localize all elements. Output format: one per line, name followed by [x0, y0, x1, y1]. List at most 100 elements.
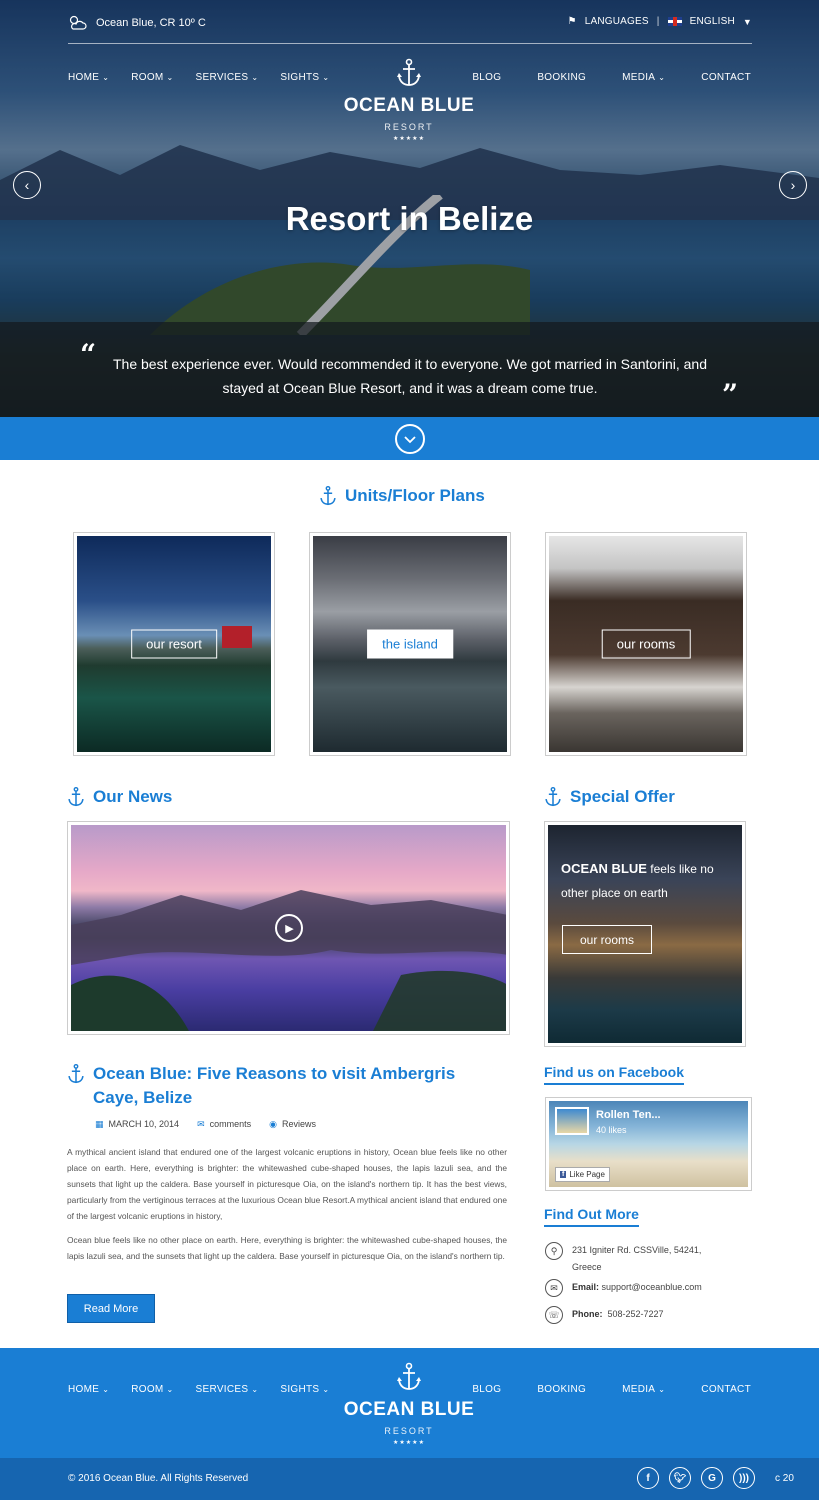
google-plus-icon[interactable]: G	[701, 1467, 723, 1489]
post-title[interactable]: Ocean Blue: Five Reasons to visit Amberg…	[67, 1062, 487, 1110]
facebook-like-button[interactable]: f Like Page	[555, 1167, 610, 1182]
our-rooms-button[interactable]: our rooms	[601, 629, 691, 659]
special-offer-heading: Special Offer	[544, 786, 675, 808]
scroll-down-button[interactable]	[395, 424, 425, 454]
footer-logo-name: OCEAN BLUE	[343, 1399, 475, 1420]
special-offer-brand: OCEAN BLUE	[561, 861, 647, 876]
nav-label: MEDIA	[622, 1384, 656, 1395]
anchor-icon	[68, 1063, 84, 1084]
phone-icon: ☏	[545, 1306, 563, 1324]
play-button[interactable]: ▶	[274, 914, 303, 942]
footer-logo-stars: ★★★★★	[393, 1440, 425, 1446]
facebook-likes: 40 likes	[596, 1125, 627, 1135]
email-label: Email:	[572, 1282, 600, 1292]
nav-label: CONTACT	[701, 1384, 751, 1395]
facebook-page-name[interactable]: Rollen Ten...	[596, 1109, 661, 1121]
anchor-icon	[397, 58, 421, 86]
nav-label: SERVICES	[195, 1384, 249, 1395]
languages-link[interactable]: LANGUAGES	[585, 16, 649, 27]
chevron-down-icon: ⌄	[166, 1385, 174, 1394]
email-link[interactable]: support@oceanblue.com	[602, 1282, 702, 1292]
nav-home[interactable]: HOME ⌄	[68, 72, 109, 83]
footer-nav-media[interactable]: MEDIA ⌄	[622, 1384, 665, 1395]
news-video[interactable]: ▶	[67, 821, 510, 1035]
find-out-more-heading: Find Out More	[544, 1206, 639, 1227]
like-label: Like Page	[569, 1170, 605, 1179]
rss-icon[interactable]: )))	[733, 1467, 755, 1489]
nav-label: HOME	[68, 72, 100, 83]
post-title-text: Ocean Blue: Five Reasons to visit Amberg…	[93, 1064, 456, 1107]
post-reviews-text: Reviews	[281, 1119, 316, 1129]
post-date-text: MARCH 10, 2014	[108, 1119, 180, 1129]
footer-nav-services[interactable]: SERVICES ⌄	[196, 1384, 259, 1395]
red-house	[222, 626, 252, 648]
nav-label: HOME	[68, 1384, 100, 1395]
contact-phone: ☏ Phone: 508-252-7227	[545, 1306, 664, 1324]
island-image: the island	[313, 536, 507, 752]
read-more-button[interactable]: Read More	[67, 1294, 155, 1323]
location-pin-icon: ⚲	[545, 1242, 563, 1260]
footer-nav-booking[interactable]: BOOKING	[537, 1384, 586, 1395]
chevron-down-icon: ⌄	[251, 73, 259, 82]
unit-card-island[interactable]: the island	[309, 532, 511, 756]
special-offer-card: OCEAN BLUE feels like no other place on …	[544, 821, 746, 1047]
current-language[interactable]: ENGLISH	[690, 16, 735, 27]
footer-logo[interactable]: OCEAN BLUE RESORT ★★★★★	[309, 1362, 509, 1446]
facebook-icon: f	[560, 1171, 567, 1178]
facebook-page-thumbnail	[555, 1107, 589, 1135]
footer-nav-home[interactable]: HOME ⌄	[68, 1384, 109, 1395]
facebook-heading: Find us on Facebook	[544, 1064, 685, 1085]
logo-sub: RESORT	[384, 122, 434, 132]
phone-label: Phone:	[572, 1309, 603, 1319]
quote-close-icon: ”	[722, 378, 739, 411]
facebook-widget[interactable]: Rollen Ten... 40 likes f Like Page	[545, 1097, 752, 1191]
language-switcher: ⚑ LANGUAGES | ENGLISH ▼	[568, 16, 752, 27]
nav-booking[interactable]: BOOKING	[537, 72, 586, 83]
the-island-button[interactable]: the island	[367, 629, 453, 659]
calendar-icon: ▦	[95, 1119, 104, 1129]
nav-contact[interactable]: CONTACT	[701, 72, 751, 83]
hero-title: Resort in Belize	[285, 200, 534, 237]
news-heading: Our News	[67, 786, 172, 808]
special-offer-heading-text: Special Offer	[570, 787, 675, 806]
chevron-down-icon: ⌄	[251, 1385, 259, 1394]
footer-nav-contact[interactable]: CONTACT	[701, 1384, 751, 1395]
post-paragraph-1: A mythical ancient island that endured o…	[67, 1147, 507, 1221]
counter-badge: c 20	[775, 1473, 794, 1484]
quote-open-icon: “	[80, 338, 97, 371]
nav-label: CONTACT	[701, 72, 751, 83]
slider-next-button[interactable]: ›	[779, 171, 807, 199]
offer-our-rooms-button[interactable]: our rooms	[562, 925, 652, 954]
copyright-bar: © 2016 Ocean Blue. All Rights Reserved f…	[0, 1458, 819, 1500]
caret-down-icon[interactable]: ▼	[743, 17, 752, 27]
lake-mountains	[71, 890, 506, 1031]
post-paragraph-2: Ocean blue feels like no other place on …	[67, 1235, 507, 1261]
unit-card-resort[interactable]: our resort	[73, 532, 275, 756]
top-bar: Ocean Blue, CR 10º C ⚑ LANGUAGES | ENGLI…	[68, 8, 752, 44]
nav-label: BOOKING	[537, 1384, 587, 1395]
slider-prev-button[interactable]: ‹	[13, 171, 41, 199]
nav-media[interactable]: MEDIA ⌄	[622, 72, 665, 83]
weather-widget: Ocean Blue, CR 10º C	[68, 14, 206, 32]
site-logo[interactable]: OCEAN BLUE RESORT ★★★★★	[309, 58, 509, 142]
footer-logo-sub: RESORT	[384, 1426, 434, 1436]
chevron-right-icon: ›	[790, 177, 796, 193]
chevron-down-icon: ⌄	[102, 73, 110, 82]
facebook-icon[interactable]: f	[637, 1467, 659, 1489]
envelope-icon: ✉	[545, 1279, 563, 1297]
nav-label: MEDIA	[622, 72, 656, 83]
our-resort-button[interactable]: our resort	[131, 629, 217, 659]
nav-room[interactable]: ROOM ⌄	[131, 72, 173, 83]
unit-card-rooms[interactable]: our rooms	[545, 532, 747, 756]
flag-icon: ⚑	[567, 16, 577, 27]
nav-services[interactable]: SERVICES ⌄	[196, 72, 259, 83]
post-comments[interactable]: ✉ comments	[197, 1119, 251, 1130]
footer-nav-room[interactable]: ROOM ⌄	[131, 1384, 173, 1395]
contact-address: ⚲ 231 Igniter Rd. CSSVille, 54241, Greec…	[545, 1242, 722, 1276]
twitter-icon[interactable]: 🐦︎	[669, 1467, 691, 1489]
post-reviews[interactable]: ◉ Reviews	[269, 1119, 316, 1130]
logo-stars: ★★★★★	[393, 136, 425, 142]
chevron-down-icon: ⌄	[658, 1385, 666, 1394]
resort-image: our resort	[77, 536, 271, 752]
chevron-down-icon: ⌄	[658, 73, 666, 82]
